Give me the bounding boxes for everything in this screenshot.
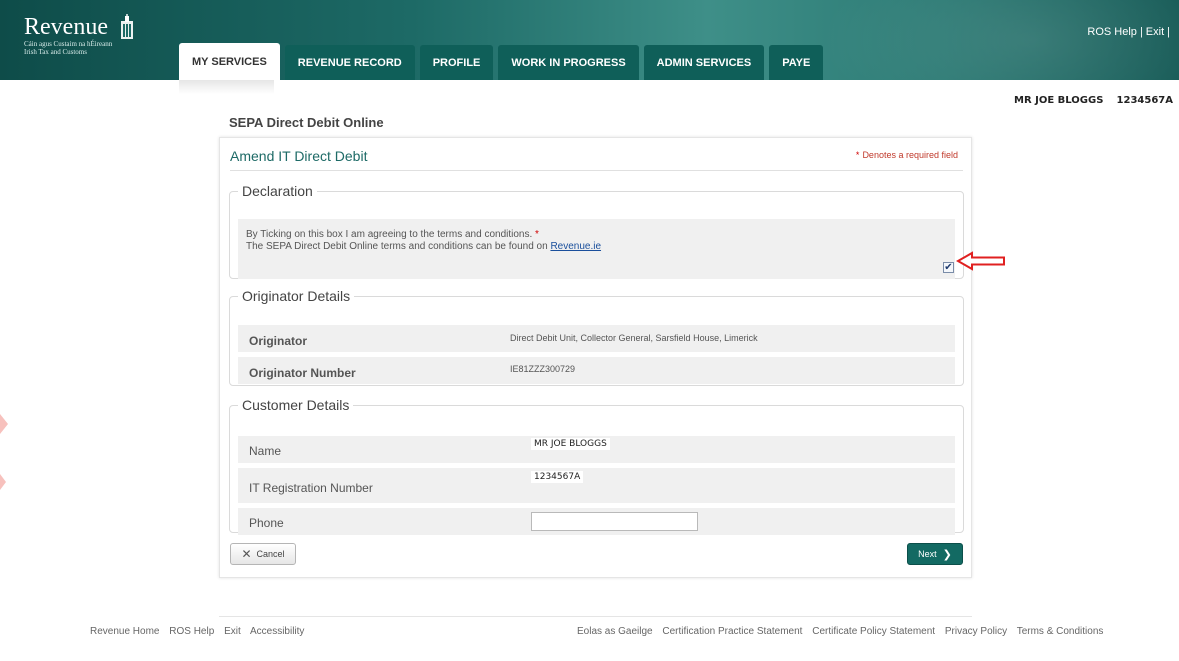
site-header: Revenue Cáin agus Custaim na hÉireann Ir… <box>0 0 1179 80</box>
required-star: * <box>855 150 860 160</box>
footer-ros-help-link[interactable]: ROS Help <box>169 626 214 637</box>
logo-wordmark: Revenue <box>24 14 108 40</box>
tab-work-in-progress[interactable]: WORK IN PROGRESS <box>498 45 639 80</box>
tab-revenue-record[interactable]: REVENUE RECORD <box>284 45 415 80</box>
required-note-text: Denotes a required field <box>862 150 958 160</box>
required-field-note: * Denotes a required field <box>856 150 958 160</box>
phone-input[interactable] <box>531 512 698 531</box>
edge-decoration <box>0 414 8 490</box>
tab-profile[interactable]: PROFILE <box>419 45 494 80</box>
footer-revenue-home-link[interactable]: Revenue Home <box>90 626 159 637</box>
name-value: MR JOE BLOGGS <box>531 438 610 450</box>
cancel-label: Cancel <box>256 549 285 559</box>
user-name: MR JOE BLOGGS <box>1014 95 1104 106</box>
revenue-ie-link[interactable]: Revenue.ie <box>550 241 601 252</box>
header-decoration <box>820 0 1179 80</box>
declaration-line2: The SEPA Direct Debit Online terms and c… <box>246 241 548 252</box>
footer-accessibility-link[interactable]: Accessibility <box>250 626 304 637</box>
originator-value: Direct Debit Unit, Collector General, Sa… <box>510 333 758 343</box>
ros-help-link[interactable]: ROS Help <box>1087 26 1137 38</box>
phone-row: Phone <box>238 508 955 535</box>
originator-number-label: Originator Number <box>249 366 356 380</box>
next-button[interactable]: Next ❯ <box>907 543 963 565</box>
originator-number-row: Originator Number IE81ZZZ300729 <box>238 357 955 384</box>
footer-eolas-link[interactable]: Eolas as Gaeilge <box>577 626 653 637</box>
footer-privacy-link[interactable]: Privacy Policy <box>945 626 1007 637</box>
user-reference: 1234567A <box>1116 95 1173 106</box>
required-star: * <box>535 229 539 240</box>
card-title-divider <box>230 170 963 171</box>
footer-cps-link[interactable]: Certification Practice Statement <box>662 626 802 637</box>
tab-my-services[interactable]: MY SERVICES <box>179 43 280 80</box>
tab-admin-services[interactable]: ADMIN SERVICES <box>643 45 765 80</box>
customer-section: Customer Details Name MR JOE BLOGGS IT R… <box>229 397 964 535</box>
header-links: ROS Help | Exit | <box>1087 26 1173 38</box>
revenue-logo[interactable]: Revenue Cáin agus Custaim na hÉireann Ir… <box>24 14 136 56</box>
declaration-row: By Ticking on this box I am agreeing to … <box>238 219 955 279</box>
user-bar: MR JOE BLOGGS 1234567A <box>988 91 1179 111</box>
exit-link[interactable]: Exit <box>1146 26 1164 38</box>
harp-icon <box>121 14 134 39</box>
name-label: Name <box>249 444 282 458</box>
footer-left-links: Revenue Home ROS Help Exit Accessibility <box>90 626 311 637</box>
customer-name-row: Name MR JOE BLOGGS <box>238 436 955 463</box>
originator-label: Originator <box>249 334 308 348</box>
chevron-right-icon: ❯ <box>942 548 952 561</box>
originator-legend: Originator Details <box>242 288 351 304</box>
logo-subtitle-irish: Cáin agus Custaim na hÉireann <box>24 40 113 48</box>
footer-terms-link[interactable]: Terms & Conditions <box>1017 626 1104 637</box>
footer-certificate-policy-link[interactable]: Certificate Policy Statement <box>812 626 935 637</box>
footer-divider <box>219 616 972 617</box>
footer-exit-link[interactable]: Exit <box>224 626 241 637</box>
card-title: Amend IT Direct Debit <box>230 148 368 164</box>
close-icon: ✕ <box>241 547 252 561</box>
active-tab-shadow <box>179 80 274 94</box>
main-tabs: MY SERVICES REVENUE RECORD PROFILE WORK … <box>179 43 828 80</box>
page-title: SEPA Direct Debit Online <box>229 115 384 130</box>
phone-label: Phone <box>249 516 284 530</box>
link-separator: | <box>1167 26 1170 38</box>
footer-right-links: Eolas as Gaeilge Certification Practice … <box>577 626 1110 637</box>
next-label: Next <box>918 549 937 559</box>
customer-legend: Customer Details <box>242 397 350 413</box>
tab-paye[interactable]: PAYE <box>769 45 824 80</box>
declaration-section: Declaration By Ticking on this box I am … <box>229 183 964 279</box>
it-registration-row: IT Registration Number 1234567A <box>238 468 955 503</box>
arrow-left-icon <box>956 251 1005 271</box>
declaration-text: By Ticking on this box I am agreeing to … <box>246 229 601 253</box>
originator-row: Originator Direct Debit Unit, Collector … <box>238 325 955 352</box>
originator-section: Originator Details Originator Direct Deb… <box>229 288 964 386</box>
it-registration-label: IT Registration Number <box>249 481 373 495</box>
it-registration-value: 1234567A <box>531 471 584 483</box>
logo-subtitle-english: Irish Tax and Customs <box>24 48 87 56</box>
originator-number-value: IE81ZZZ300729 <box>510 364 576 374</box>
terms-checkbox[interactable]: ✔ <box>943 262 954 273</box>
declaration-line1: By Ticking on this box I am agreeing to … <box>246 229 533 240</box>
link-separator: | <box>1139 26 1143 38</box>
declaration-legend: Declaration <box>242 183 313 199</box>
cancel-button[interactable]: ✕ Cancel <box>230 543 296 565</box>
amend-direct-debit-card: Amend IT Direct Debit * Denotes a require… <box>219 137 972 578</box>
